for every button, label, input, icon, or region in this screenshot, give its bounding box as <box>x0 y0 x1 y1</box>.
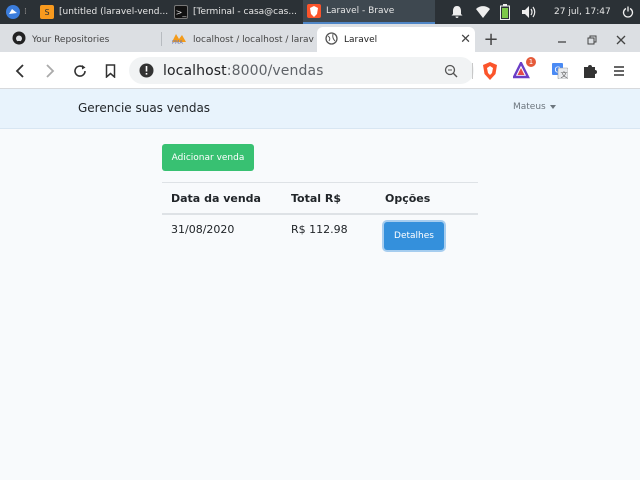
brave-rewards-icon[interactable]: 1 <box>512 57 536 82</box>
reload-icon[interactable] <box>69 60 91 82</box>
translate-icon[interactable]: G文 <box>549 60 571 82</box>
workspace-dots-icon: ⁞ <box>24 7 27 17</box>
caret-down-icon <box>549 104 556 109</box>
close-tab-icon[interactable]: ✕ <box>460 32 471 47</box>
wifi-icon[interactable] <box>475 0 493 24</box>
user-dropdown[interactable]: Mateus <box>513 102 556 112</box>
brave-shields-icon[interactable] <box>479 60 501 82</box>
url-path: :8000/vendas <box>226 63 324 79</box>
battery-icon[interactable] <box>500 0 514 24</box>
back-icon[interactable] <box>9 60 31 82</box>
column-header-date: Data da venda <box>171 192 261 205</box>
app-menu-icon[interactable] <box>5 0 23 24</box>
url-host: localhost <box>163 63 227 79</box>
power-icon[interactable] <box>622 0 636 24</box>
github-icon <box>12 31 26 48</box>
toolbar-divider <box>472 63 473 79</box>
tab-label: Laravel <box>344 34 378 45</box>
globe-icon <box>325 31 338 48</box>
brave-icon <box>307 4 321 18</box>
user-name: Mateus <box>513 102 546 112</box>
column-header-options: Opções <box>385 192 431 205</box>
tab-phpmyadmin[interactable]: PMA localhost / localhost / larav <box>163 27 315 52</box>
task-sublime[interactable]: S [untitled (laravel-vend... <box>36 0 168 24</box>
tab-label: Your Repositories <box>32 34 110 45</box>
task-brave[interactable]: Laravel - Brave <box>303 0 435 24</box>
svg-text:PMA: PMA <box>172 40 183 44</box>
clock[interactable]: 27 jul, 17:47 <box>554 0 616 24</box>
phpmyadmin-icon: PMA <box>171 32 187 47</box>
svg-text:文: 文 <box>561 70 568 79</box>
tab-laravel[interactable]: Laravel ✕ <box>317 27 475 52</box>
navbar-brand[interactable]: Gerencie suas vendas <box>78 101 210 115</box>
details-button[interactable]: Detalhes <box>384 222 444 250</box>
restore-icon[interactable] <box>580 27 604 52</box>
table-header-row: Data da venda Total R$ Opções <box>162 182 478 215</box>
notifications-bell-icon[interactable] <box>450 0 468 24</box>
url-text[interactable]: localhost:8000/vendas <box>163 63 324 79</box>
task-label: [untitled (laravel-vend... <box>59 7 168 17</box>
address-bar[interactable]: localhost:8000/vendas <box>129 57 474 84</box>
forward-icon[interactable] <box>39 60 61 82</box>
new-tab-button[interactable]: + <box>479 27 503 52</box>
task-label: Laravel - Brave <box>326 6 395 16</box>
browser-toolbar: localhost:8000/vendas 1 G文 <box>0 52 640 89</box>
menu-hamburger-icon[interactable] <box>608 60 630 82</box>
browser-tab-strip: Your Repositories PMA localhost / localh… <box>0 24 640 52</box>
column-header-total: Total R$ <box>291 192 342 205</box>
task-terminal[interactable]: >_ [Terminal - casa@cas... <box>170 0 300 24</box>
os-taskbar: ⁞ S [untitled (laravel-vend... >_ [Termi… <box>0 0 640 24</box>
app-navbar: Gerencie suas vendas Mateus <box>0 89 640 129</box>
table-row: 31/08/2020 R$ 112.98 Detalhes <box>162 215 478 255</box>
tab-github[interactable]: Your Repositories <box>4 27 158 52</box>
tab-label: localhost / localhost / larav <box>193 34 314 45</box>
terminal-icon: >_ <box>174 5 188 19</box>
bookmark-icon[interactable] <box>99 60 121 82</box>
minimize-icon[interactable] <box>550 27 574 52</box>
sublime-icon: S <box>40 5 54 19</box>
info-icon[interactable] <box>139 63 154 82</box>
volume-icon[interactable] <box>521 0 539 24</box>
zoom-icon[interactable] <box>444 63 458 82</box>
close-window-icon[interactable] <box>609 27 633 52</box>
add-sale-button[interactable]: Adicionar venda <box>162 144 254 171</box>
task-label: [Terminal - casa@cas... <box>193 7 297 17</box>
extensions-puzzle-icon[interactable] <box>579 60 601 82</box>
cell-date: 31/08/2020 <box>171 223 235 236</box>
cell-total: R$ 112.98 <box>291 223 348 236</box>
rewards-badge: 1 <box>526 57 536 67</box>
tab-separator <box>161 32 162 46</box>
